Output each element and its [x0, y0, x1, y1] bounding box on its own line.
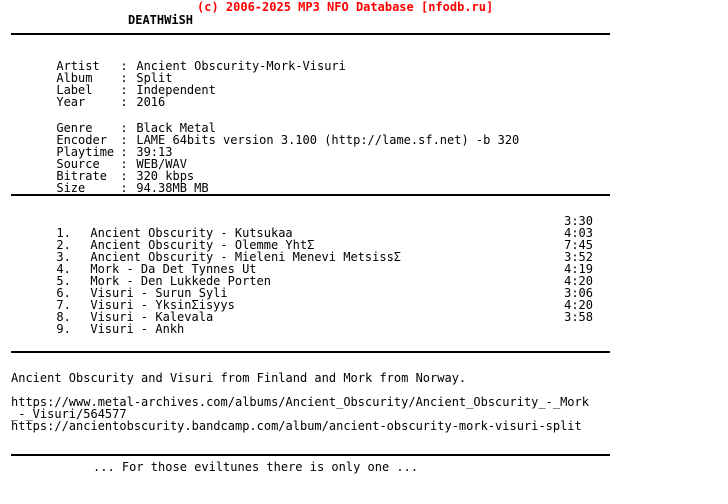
footer-tagline: ... For those eviltunes there is only on… [93, 460, 419, 474]
track-row: 5. Mork - Den Lukkede Porten 4:19 [13, 263, 593, 287]
track-row: 1. Ancient Obscurity - Kutsukaa 3:30 [13, 215, 593, 239]
release-info-block: Artist: Ancient Obscurity-Mork-Visuri Alb… [13, 48, 346, 108]
track-row: 3. Ancient Obscurity - Mieleni Menevi Met… [13, 239, 593, 263]
track-row: 9. Visuri - Ankh 3:58 [13, 310, 593, 335]
release-group-name: DEATHWiSH [128, 13, 194, 27]
track-row: 7. Visuri - YksinΣisyys 3:06 [13, 287, 593, 311]
divider-bottom [11, 454, 610, 456]
release-info-value: 2016 [136, 95, 166, 109]
divider-below-tracklist [11, 351, 610, 353]
technical-info-value: 94.38MB MB [136, 181, 209, 195]
divider-top [11, 33, 610, 35]
release-info-separator: : [120, 95, 128, 109]
technical-info-row: Genre: Black Metal [13, 110, 519, 134]
release-info-row: Artist: Ancient Obscurity-Mork-Visuri [13, 48, 346, 72]
nfodb-copyright-header: (c) 2006-2025 MP3 NFO Database [nfodb.ru… [197, 0, 494, 14]
divider-above-tracklist [11, 194, 610, 196]
tracklist: 1. Ancient Obscurity - Kutsukaa 3:30 2. Anc… [13, 215, 593, 335]
track-title: Visuri - Ankh [90, 322, 185, 336]
technical-info-label: Size [56, 181, 86, 195]
track-row: 4. Mork - Da Det Tynnes Ut 3:52 [13, 251, 593, 275]
track-row: 2. Ancient Obscurity - Olemme YhtΣ 4:03 [13, 227, 593, 251]
track-row: 8. Visuri - Kalevala 4:20 [13, 299, 593, 323]
track-number: 9. [56, 322, 71, 336]
technical-info-block: Genre: Black Metal Encoder: LAME 64bits ve… [13, 110, 520, 194]
nfo-viewer: (c) 2006-2025 MP3 NFO Database [nfodb.ru… [0, 0, 728, 504]
links-block: https://www.metal-archives.com/albums/An… [11, 396, 589, 432]
release-description: Ancient Obscurity and Visuri from Finlan… [11, 371, 467, 385]
track-duration: 3:58 [564, 310, 593, 324]
technical-info-separator: : [120, 181, 128, 195]
bandcamp-link[interactable]: https://ancientobscurity.bandcamp.com/al… [11, 420, 589, 432]
release-info-label: Year [56, 95, 86, 109]
technical-info-value: LAME 64bits version 3.100 (http://lame.s… [136, 133, 520, 147]
track-row: 6. Visuri - Surun Syli 4:20 [13, 275, 593, 299]
